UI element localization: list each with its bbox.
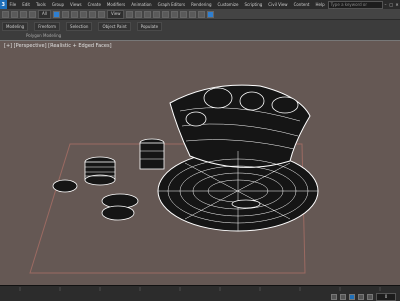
menu-bar: 3 File Edit Tools Group Views Create Mod… [0,0,400,13]
prev-frame-icon[interactable] [340,294,346,300]
link-icon[interactable] [20,10,27,18]
pivot-icon[interactable] [126,10,134,18]
ribbon-tab-object-paint[interactable]: Object Paint [98,22,131,31]
menu-civil-view[interactable]: Civil View [265,2,290,7]
go-start-icon[interactable] [331,294,337,300]
material-editor-icon[interactable] [189,10,197,18]
redo-icon[interactable] [11,10,18,18]
menu-rendering[interactable]: Rendering [188,2,214,7]
scene-canvas [29,84,319,274]
timeline-bar: 0 [0,285,400,301]
menu-content[interactable]: Content [291,2,313,7]
ribbon-tab-modeling[interactable]: Modeling [2,22,29,31]
menu-views[interactable]: Views [67,2,85,7]
ribbon: Modeling Freeform Selection Object Paint… [0,20,400,41]
main-toolbar: All View [0,9,400,20]
undo-icon[interactable] [2,10,9,18]
ribbon-tab-freeform[interactable]: Freeform [34,22,61,31]
menu-edit[interactable]: Edit [19,2,33,7]
layer-icon[interactable] [171,10,179,18]
play-icon[interactable] [349,294,355,300]
close-icon[interactable]: ✕ [394,2,400,7]
select-object-icon[interactable] [52,10,60,18]
menu-modifiers[interactable]: Modifiers [104,2,128,7]
menu-customize[interactable]: Customize [215,2,242,7]
menu-file[interactable]: File [7,2,20,7]
ribbon-tab-selection[interactable]: Selection [66,22,93,31]
ribbon-tab-populate[interactable]: Populate [136,22,163,31]
snap-icon[interactable] [135,10,143,18]
perspective-viewport[interactable]: [+] [Perspective] [Realistic + Edged Fac… [0,40,400,286]
scale-icon[interactable] [97,10,105,18]
rotate-icon[interactable] [88,10,96,18]
menu-tools[interactable]: Tools [33,2,49,7]
mirror-icon[interactable] [153,10,161,18]
menu-graph-editors[interactable]: Graph Editors [155,2,188,7]
move-icon[interactable] [79,10,87,18]
render-setup-icon[interactable] [198,10,206,18]
curve-editor-icon[interactable] [180,10,188,18]
ribbon-mode-label: Polygon Modeling [26,33,62,38]
viewport-label[interactable]: [+] [Perspective] [Realistic + Edged Fac… [4,43,112,49]
menu-animation[interactable]: Animation [128,2,154,7]
align-icon[interactable] [162,10,170,18]
selection-filter-dropdown[interactable]: All [38,9,51,19]
menu-scripting[interactable]: Scripting [242,2,266,7]
search-input[interactable]: Type a keyword or phrase [327,0,383,13]
ribbon-tabs: Modeling Freeform Selection Object Paint… [2,22,163,31]
render-icon[interactable] [207,10,215,18]
menu-group[interactable]: Group [49,2,67,7]
money-bag [157,84,319,232]
timeline-ticks[interactable] [0,286,400,292]
go-end-icon[interactable] [367,294,373,300]
menu-help[interactable]: Help [312,2,327,7]
reference-coord-dropdown[interactable]: View [106,9,125,19]
menu-create[interactable]: Create [85,2,104,7]
rectangle-select-icon[interactable] [70,10,78,18]
select-by-name-icon[interactable] [61,10,69,18]
angle-snap-icon[interactable] [144,10,152,18]
unlink-icon[interactable] [29,10,36,18]
next-frame-icon[interactable] [358,294,364,300]
